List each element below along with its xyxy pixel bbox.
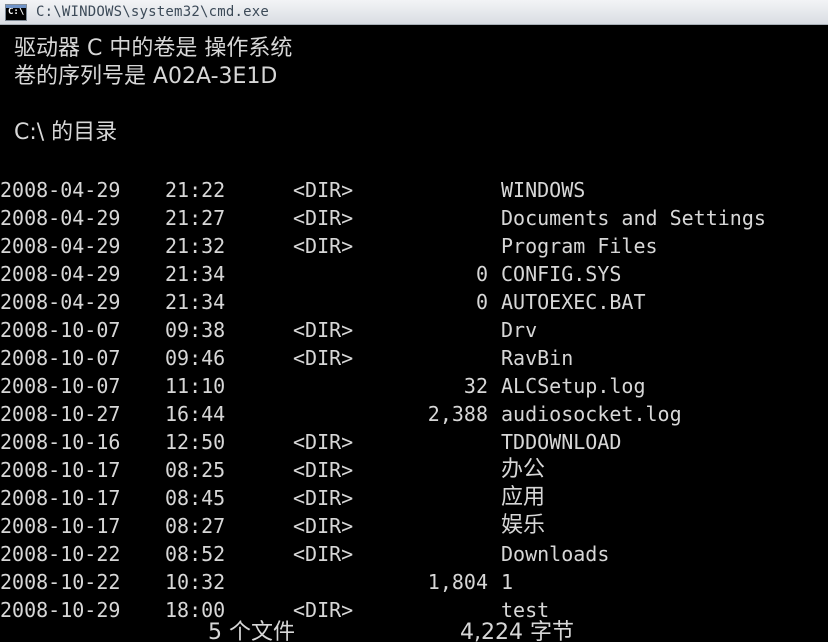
entry-name: 办公 <box>501 457 546 482</box>
cmd-icon[interactable]: C:\ <box>5 3 27 21</box>
volume-serial-line: 卷的序列号是 A02A-3E1D <box>14 64 278 89</box>
directory-of-line: C:\ 的目录 <box>14 120 118 145</box>
directory-entry-row: 2008-10-27 16:44 2,388 audiosocket.log <box>0 400 828 428</box>
directory-entry-row: 2008-04-29 21:27 <DIR> Documents and Settin… <box>0 204 828 232</box>
entry-time: 10:32 <box>165 570 226 594</box>
entry-time: 21:34 <box>165 290 226 314</box>
entry-date: 2008-10-17 <box>0 486 121 510</box>
entry-time: 12:50 <box>165 430 226 454</box>
directory-entry-row: 2008-10-17 08:27 <DIR> 娱乐 <box>0 512 828 540</box>
entry-date: 2008-04-29 <box>0 262 121 286</box>
entry-dir-marker: <DIR> <box>293 318 354 342</box>
entry-name: 1 <box>501 570 514 594</box>
entry-date: 2008-10-22 <box>0 570 121 594</box>
entry-name: 娱乐 <box>501 513 546 538</box>
entry-date: 2008-10-16 <box>0 430 121 454</box>
entry-date: 2008-10-17 <box>0 514 121 538</box>
summary-bytes: 4,224 字节 <box>460 620 574 642</box>
entry-dir-marker: <DIR> <box>293 178 354 202</box>
entry-name: Drv <box>501 318 538 342</box>
entry-time: 21:32 <box>165 234 226 258</box>
entry-dir-marker: <DIR> <box>293 430 354 454</box>
entry-date: 2008-04-29 <box>0 178 121 202</box>
entry-time: 08:25 <box>165 458 226 482</box>
entry-name: WINDOWS <box>501 178 586 202</box>
window-title: C:\WINDOWS\system32\cmd.exe <box>36 4 269 20</box>
entry-dir-marker: <DIR> <box>293 514 354 538</box>
directory-entry-row: 2008-04-29 21:34 0 AUTOEXEC.BAT <box>0 288 828 316</box>
entry-date: 2008-10-17 <box>0 458 121 482</box>
summary-files-count: 5 个文件 <box>208 620 295 642</box>
directory-entry-row: 2008-10-22 08:52 <DIR> Downloads <box>0 540 828 568</box>
entry-name: Downloads <box>501 542 610 566</box>
entry-date: 2008-10-29 <box>0 598 121 622</box>
directory-entry-row: 2008-10-29 18:00 <DIR> test <box>0 596 828 624</box>
entry-size: 1,804 <box>427 570 488 594</box>
directory-entry-row: 2008-10-17 08:25 <DIR> 办公 <box>0 456 828 484</box>
entry-name: AUTOEXEC.BAT <box>501 290 646 314</box>
entry-time: 21:27 <box>165 206 226 230</box>
entry-dir-marker: <DIR> <box>293 234 354 258</box>
entry-size: 32 <box>463 374 488 398</box>
entry-date: 2008-10-07 <box>0 374 121 398</box>
directory-entry-row: 2008-10-16 12:50 <DIR> TDDOWNLOAD <box>0 428 828 456</box>
entry-dir-marker: <DIR> <box>293 598 354 622</box>
entry-date: 2008-04-29 <box>0 206 121 230</box>
entry-time: 11:10 <box>165 374 226 398</box>
entry-date: 2008-04-29 <box>0 290 121 314</box>
entry-size: 0 <box>475 290 488 314</box>
entry-dir-marker: <DIR> <box>293 458 354 482</box>
directory-entry-row: 2008-04-29 21:32 <DIR> Program Files <box>0 232 828 260</box>
directory-entry-row: 2008-04-29 21:22 <DIR> WINDOWS <box>0 176 828 204</box>
directory-entry-row: 2008-10-22 10:32 1,804 1 <box>0 568 828 596</box>
entry-name: 应用 <box>501 485 546 510</box>
entry-time: 08:27 <box>165 514 226 538</box>
entry-date: 2008-10-07 <box>0 318 121 342</box>
entry-date: 2008-10-07 <box>0 346 121 370</box>
entry-dir-marker: <DIR> <box>293 206 354 230</box>
entry-name: audiosocket.log <box>501 402 682 426</box>
directory-entry-row: 2008-10-07 09:38 <DIR> Drv <box>0 316 828 344</box>
directory-entry-row: 2008-10-07 09:46 <DIR> RavBin <box>0 344 828 372</box>
title-bar[interactable]: C:\ C:\WINDOWS\system32\cmd.exe <box>0 0 828 25</box>
entry-size: 0 <box>475 262 488 286</box>
directory-entry-row: 2008-10-07 11:10 32 ALCSetup.log <box>0 372 828 400</box>
console-output[interactable]: 驱动器 C 中的卷是 操作系统 卷的序列号是 A02A-3E1D C:\ 的目录… <box>0 25 828 642</box>
entry-time: 08:52 <box>165 542 226 566</box>
entry-name: RavBin <box>501 346 574 370</box>
entry-time: 09:38 <box>165 318 226 342</box>
entry-name: ALCSetup.log <box>501 374 646 398</box>
entry-date: 2008-10-27 <box>0 402 121 426</box>
entry-time: 16:44 <box>165 402 226 426</box>
cmd-window: C:\ C:\WINDOWS\system32\cmd.exe 驱动器 C 中的… <box>0 0 828 642</box>
entry-time: 08:45 <box>165 486 226 510</box>
entry-time: 21:34 <box>165 262 226 286</box>
entry-name: Documents and Settings <box>501 206 766 230</box>
entry-name: Program Files <box>501 234 658 258</box>
entry-size: 2,388 <box>427 402 488 426</box>
volume-label-line: 驱动器 C 中的卷是 操作系统 <box>14 36 293 61</box>
entry-name: CONFIG.SYS <box>501 262 622 286</box>
entry-time: 21:22 <box>165 178 226 202</box>
directory-entry-row: 2008-10-17 08:45 <DIR> 应用 <box>0 484 828 512</box>
entry-time: 09:46 <box>165 346 226 370</box>
entry-dir-marker: <DIR> <box>293 346 354 370</box>
entry-date: 2008-04-29 <box>0 234 121 258</box>
entry-dir-marker: <DIR> <box>293 542 354 566</box>
directory-entry-row: 2008-04-29 21:34 0 CONFIG.SYS <box>0 260 828 288</box>
entry-name: TDDOWNLOAD <box>501 430 622 454</box>
entry-dir-marker: <DIR> <box>293 486 354 510</box>
entry-date: 2008-10-22 <box>0 542 121 566</box>
